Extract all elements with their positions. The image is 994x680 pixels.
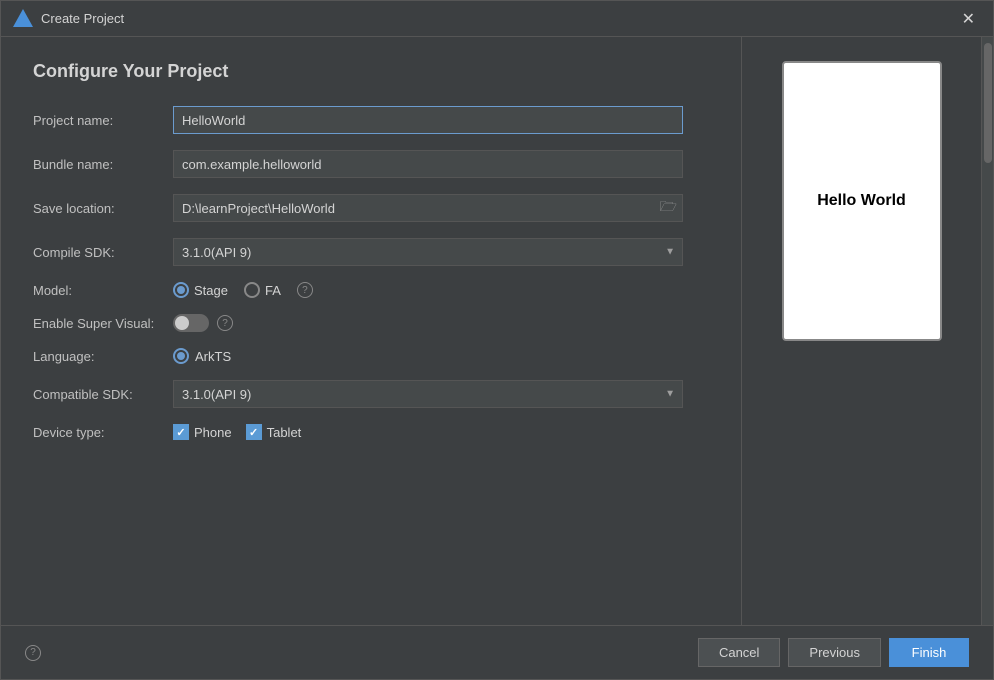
toggle-thumb (175, 316, 189, 330)
device-type-control: ✓ Phone ✓ Tablet (173, 424, 683, 440)
language-control: ArkTS (173, 348, 683, 364)
device-type-label: Device type: (33, 425, 173, 440)
save-location-control: 🗁 (173, 194, 683, 222)
language-value: ArkTS (195, 349, 231, 364)
preview-text: Hello World (817, 192, 906, 210)
bundle-name-control (173, 150, 683, 178)
model-row: Model: Stage FA ? (33, 282, 709, 298)
tablet-checkbox-box[interactable]: ✓ (246, 424, 262, 440)
project-name-label: Project name: (33, 113, 173, 128)
bundle-name-label: Bundle name: (33, 157, 173, 172)
cancel-button[interactable]: Cancel (698, 638, 780, 667)
model-stage-radio[interactable]: Stage (173, 282, 228, 298)
preview-section: Hello World (741, 37, 981, 625)
footer-buttons: Cancel Previous Finish (698, 638, 969, 667)
finish-button[interactable]: Finish (889, 638, 969, 667)
stage-radio-button[interactable] (173, 282, 189, 298)
language-label: Language: (33, 349, 173, 364)
compatible-sdk-control: 3.1.0(API 9) 3.0.0(API 8) 2.2.0(API 7) ▼ (173, 380, 683, 408)
model-control: Stage FA ? (173, 282, 683, 298)
model-help-icon[interactable]: ? (297, 282, 313, 298)
phone-label: Phone (194, 425, 232, 440)
fa-radio-button[interactable] (244, 282, 260, 298)
super-visual-toggle[interactable] (173, 314, 209, 332)
footer-help-icon[interactable]: ? (25, 645, 41, 661)
title-bar: Create Project ✕ (1, 1, 993, 37)
phone-checkbox-check: ✓ (176, 426, 185, 439)
compile-sdk-label: Compile SDK: (33, 245, 173, 260)
compatible-sdk-label: Compatible SDK: (33, 387, 173, 402)
arkts-radio-button[interactable] (173, 348, 189, 364)
save-location-input[interactable] (173, 194, 683, 222)
phone-preview: Hello World (782, 61, 942, 341)
close-button[interactable]: ✕ (956, 7, 981, 31)
bundle-name-row: Bundle name: (33, 150, 709, 178)
scrollbar[interactable] (981, 37, 993, 625)
super-visual-label: Enable Super Visual: (33, 316, 173, 331)
tablet-checkbox-check: ✓ (249, 426, 258, 439)
bundle-name-input[interactable] (173, 150, 683, 178)
device-type-checkbox-group: ✓ Phone ✓ Tablet (173, 424, 683, 440)
section-title: Configure Your Project (33, 61, 709, 82)
language-row: Language: ArkTS (33, 348, 709, 364)
footer-help: ? (25, 645, 698, 661)
phone-checkbox-box[interactable]: ✓ (173, 424, 189, 440)
model-stage-label: Stage (194, 283, 228, 298)
compile-sdk-select[interactable]: 3.1.0(API 9) 3.0.0(API 8) 2.2.0(API 7) (173, 238, 683, 266)
app-logo (13, 9, 33, 29)
device-phone-checkbox[interactable]: ✓ Phone (173, 424, 232, 440)
device-type-row: Device type: ✓ Phone ✓ (33, 424, 709, 440)
model-fa-radio[interactable]: FA (244, 282, 281, 298)
project-name-control (173, 106, 683, 134)
compile-sdk-control: 3.1.0(API 9) 3.0.0(API 8) 2.2.0(API 7) ▼ (173, 238, 683, 266)
device-tablet-checkbox[interactable]: ✓ Tablet (246, 424, 302, 440)
save-location-row: Save location: 🗁 (33, 194, 709, 222)
compatible-sdk-row: Compatible SDK: 3.1.0(API 9) 3.0.0(API 8… (33, 380, 709, 408)
create-project-dialog: Create Project ✕ Configure Your Project … (0, 0, 994, 680)
save-location-label: Save location: (33, 201, 173, 216)
previous-button[interactable]: Previous (788, 638, 881, 667)
form-section: Configure Your Project Project name: Bun… (1, 37, 741, 625)
super-visual-toggle-wrapper: ? (173, 314, 683, 332)
tablet-label: Tablet (267, 425, 302, 440)
super-visual-row: Enable Super Visual: ? (33, 314, 709, 332)
language-group: ArkTS (173, 348, 683, 364)
compatible-sdk-select[interactable]: 3.1.0(API 9) 3.0.0(API 8) 2.2.0(API 7) (173, 380, 683, 408)
folder-icon[interactable]: 🗁 (660, 196, 677, 220)
dialog-content: Configure Your Project Project name: Bun… (1, 37, 993, 625)
dialog-title: Create Project (41, 11, 956, 26)
footer: ? Cancel Previous Finish (1, 625, 993, 679)
project-name-input[interactable] (173, 106, 683, 134)
model-fa-label: FA (265, 283, 281, 298)
project-name-row: Project name: (33, 106, 709, 134)
super-visual-control: ? (173, 314, 683, 332)
scrollbar-thumb[interactable] (984, 43, 992, 163)
model-radio-group: Stage FA ? (173, 282, 683, 298)
compile-sdk-row: Compile SDK: 3.1.0(API 9) 3.0.0(API 8) 2… (33, 238, 709, 266)
super-visual-help-icon[interactable]: ? (217, 315, 233, 331)
model-label: Model: (33, 283, 173, 298)
